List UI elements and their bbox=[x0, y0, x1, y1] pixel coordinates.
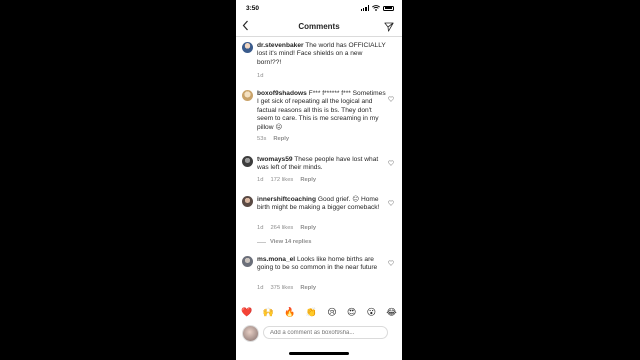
comment-meta: 1d 172 likes Reply bbox=[257, 177, 316, 183]
comment-text: dr.stevenbaker The world has OFFICIALLY … bbox=[257, 42, 387, 67]
comment-time: 1d bbox=[257, 225, 264, 231]
signal-icon bbox=[360, 5, 369, 11]
heart-icon[interactable] bbox=[388, 160, 394, 166]
comment-meta: 53s Reply bbox=[257, 136, 289, 142]
status-time: 3:50 bbox=[246, 5, 260, 12]
status-bar: 3:50 bbox=[236, 0, 402, 18]
avatar[interactable] bbox=[242, 196, 253, 207]
comment-time: 1d bbox=[257, 177, 264, 183]
reply-button[interactable]: Reply bbox=[273, 136, 289, 142]
phone-screen: 3:50 Comments dr.stevenbaker The world h… bbox=[236, 0, 402, 360]
comment-username[interactable]: innershiftcoaching bbox=[257, 196, 316, 203]
page-title: Comments bbox=[298, 22, 340, 31]
emoji-heart[interactable]: ❤️ bbox=[241, 307, 252, 318]
comment-likes[interactable]: 172 likes bbox=[270, 177, 293, 183]
comment-likes[interactable]: 375 likes bbox=[270, 285, 293, 291]
emoji-raised-hands[interactable]: 🙌 bbox=[263, 307, 274, 318]
divider bbox=[257, 241, 266, 243]
comment-input[interactable] bbox=[263, 326, 388, 339]
view-replies-link[interactable]: View 14 replies bbox=[257, 239, 311, 245]
reply-button[interactable]: Reply bbox=[300, 177, 316, 183]
comment-time: 1d bbox=[257, 73, 264, 79]
wifi-icon bbox=[372, 5, 380, 11]
avatar[interactable] bbox=[242, 156, 253, 167]
comment-meta: 1d bbox=[257, 73, 263, 79]
emoji-laughing[interactable]: 😂 bbox=[386, 307, 397, 318]
comment-username[interactable]: dr.stevenbaker bbox=[257, 42, 304, 49]
heart-icon[interactable] bbox=[388, 96, 394, 102]
view-replies-label: View 14 replies bbox=[270, 239, 312, 245]
comment-username[interactable]: ms.mona_el bbox=[257, 256, 295, 263]
avatar[interactable] bbox=[242, 42, 253, 53]
avatar[interactable] bbox=[242, 256, 253, 267]
reply-button[interactable]: Reply bbox=[300, 225, 316, 231]
comment-time: 1d bbox=[257, 285, 264, 291]
comment-text: ms.mona_el Looks like home births are go… bbox=[257, 256, 387, 273]
comment-username[interactable]: twomays59 bbox=[257, 156, 293, 163]
comment-time: 53s bbox=[257, 136, 267, 142]
status-icons bbox=[360, 5, 394, 11]
emoji-surprised[interactable]: 😮 bbox=[367, 307, 376, 318]
send-icon[interactable] bbox=[384, 22, 394, 32]
heart-icon[interactable] bbox=[388, 200, 394, 206]
avatar bbox=[242, 325, 259, 342]
comments-header: Comments bbox=[236, 18, 402, 37]
emoji-crying[interactable]: 😢 bbox=[327, 307, 336, 318]
comment-meta: 1d 375 likes Reply bbox=[257, 285, 316, 291]
comment-username[interactable]: boxof9shadows bbox=[257, 90, 307, 97]
emoji-clap[interactable]: 👏 bbox=[306, 307, 317, 318]
comment-likes[interactable]: 264 likes bbox=[270, 225, 293, 231]
comment-text: boxof9shadows F*** f****** f*** Sometime… bbox=[257, 90, 387, 132]
comment-text: innershiftcoaching Good grief. 😑 Home bi… bbox=[257, 196, 387, 213]
comment-text: twomays59 These people have lost what wa… bbox=[257, 156, 387, 173]
battery-icon bbox=[383, 5, 394, 11]
reply-button[interactable]: Reply bbox=[300, 285, 316, 291]
comment-meta: 1d 264 likes Reply bbox=[257, 225, 316, 231]
emoji-fire[interactable]: 🔥 bbox=[284, 307, 295, 318]
avatar[interactable] bbox=[242, 90, 253, 101]
comment-composer bbox=[236, 321, 402, 345]
home-indicator[interactable] bbox=[289, 352, 349, 355]
heart-icon[interactable] bbox=[388, 260, 394, 266]
emoji-bar: ❤️ 🙌 🔥 👏 😢 😍 😮 😂 bbox=[236, 305, 402, 319]
emoji-heart-eyes[interactable]: 😍 bbox=[347, 307, 356, 318]
